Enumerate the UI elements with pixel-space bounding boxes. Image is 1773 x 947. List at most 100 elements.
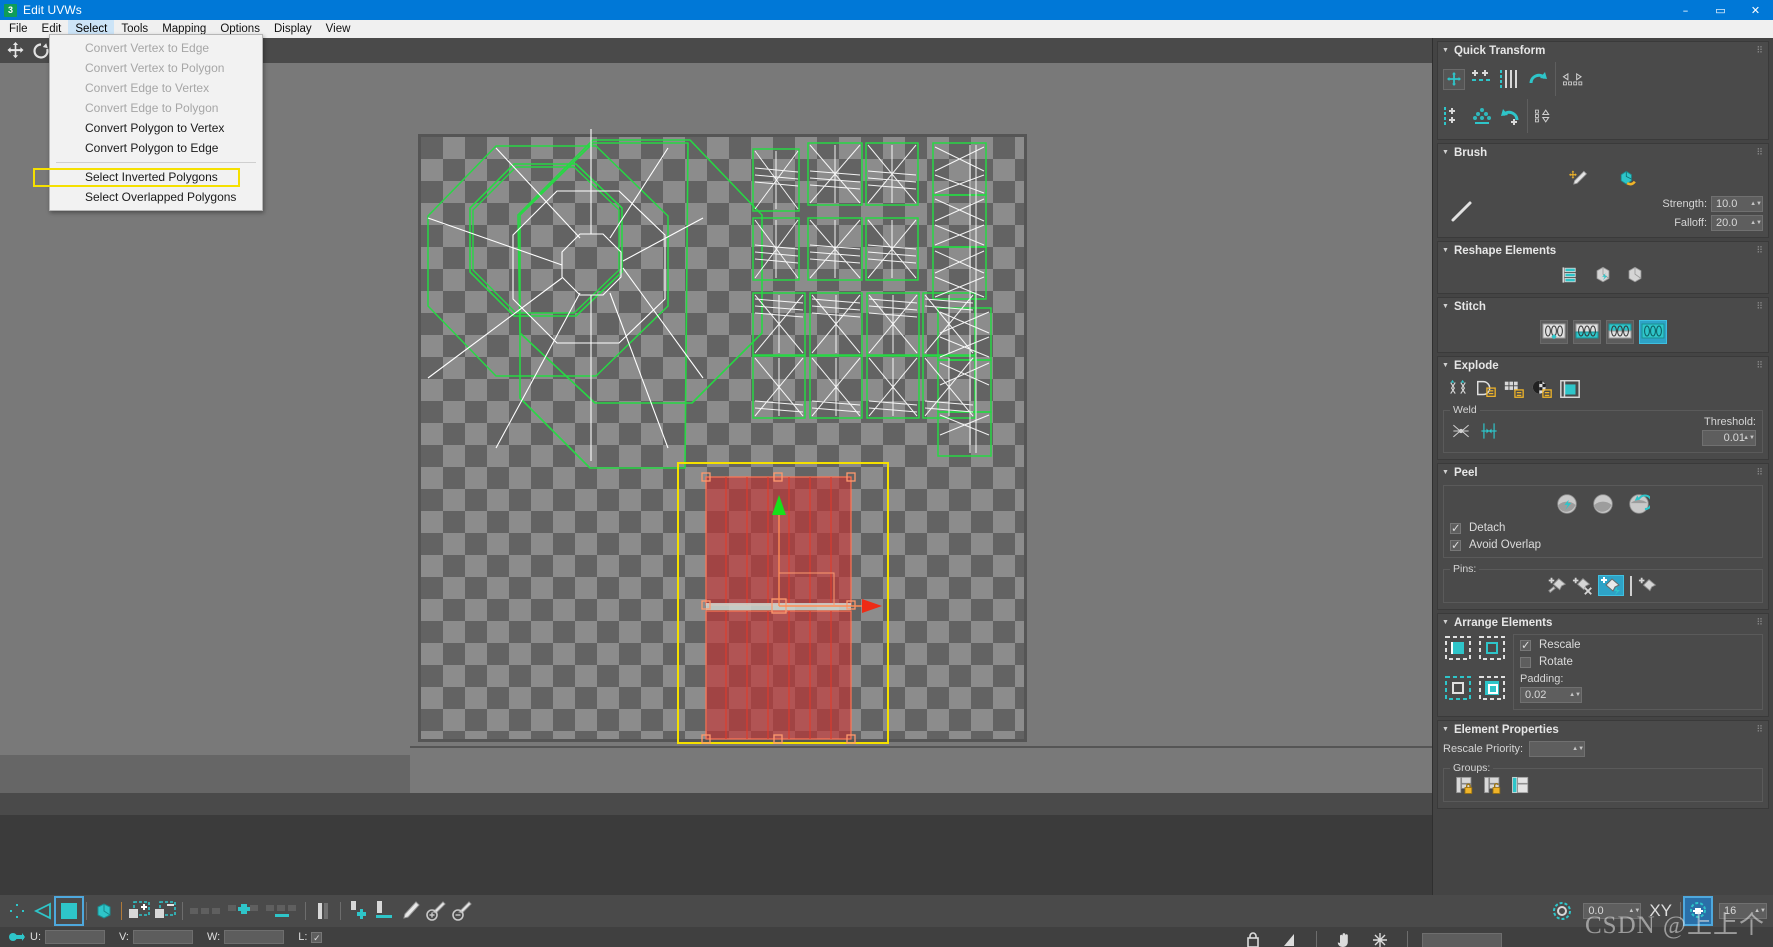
spinner-arrows-icon[interactable]: ▲▼ [1569, 692, 1581, 698]
rollout-header-element-properties[interactable]: ▼ Element Properties ⠿ [1438, 721, 1768, 738]
align-vertical-icon[interactable] [310, 898, 336, 924]
qt-align-vertical-button[interactable] [1499, 69, 1521, 90]
menu-item-convert-polygon-to-vertex[interactable]: Convert Polygon to Vertex [50, 118, 262, 138]
v-field[interactable] [133, 930, 193, 944]
menu-item-convert-polygon-to-edge[interactable]: Convert Polygon to Edge [50, 138, 262, 158]
pan-hand-icon[interactable] [1331, 927, 1357, 947]
qt-rotate-cw-button[interactable] [1499, 106, 1521, 127]
grid-snap-icon[interactable] [1683, 896, 1713, 926]
close-button[interactable]: ✕ [1738, 0, 1773, 20]
remove-pin-button[interactable] [1572, 575, 1594, 596]
rollout-header-reshape-elements[interactable]: ▼ Reshape Elements ⠿ [1438, 242, 1768, 259]
explode-to-elements-button[interactable] [1559, 378, 1581, 399]
detach-checkbox[interactable]: ✓ [1450, 522, 1461, 534]
peel-mode-button[interactable] [1592, 493, 1614, 514]
break-by-smoothing-button[interactable] [1531, 378, 1553, 399]
triangle-icon[interactable] [1276, 927, 1302, 947]
menu-item-select-inverted-polygons[interactable]: Select Inverted Polygons [50, 167, 262, 187]
spinner-arrows-icon[interactable]: ▲▼ [1750, 201, 1762, 207]
menu-file[interactable]: File [2, 20, 35, 38]
qt-pack-button[interactable] [1471, 106, 1493, 127]
lock-icon[interactable] [1240, 927, 1266, 947]
loop-uv-icon[interactable] [187, 898, 225, 924]
avoid-overlap-checkbox[interactable]: ✓ [1450, 539, 1461, 551]
minimize-button[interactable]: – [1668, 0, 1703, 20]
add-pin-button[interactable] [1546, 575, 1568, 596]
rescale-priority-spinner[interactable]: ▲▼ [1529, 741, 1586, 757]
paint-select-grow-icon[interactable] [423, 898, 449, 924]
qt-break-button[interactable] [1471, 69, 1493, 90]
break-selection-button[interactable] [1447, 378, 1469, 399]
snap-icon[interactable] [1367, 927, 1393, 947]
pack-custom-button[interactable] [1477, 634, 1507, 662]
qt-mirror-v-button[interactable] [1534, 106, 1556, 127]
stitch-to-target-button[interactable] [1605, 320, 1634, 344]
vertex-subobject-icon[interactable] [4, 898, 30, 924]
stitch-custom-button[interactable] [1539, 320, 1568, 344]
paint-select-shrink-icon[interactable] [449, 898, 475, 924]
threshold-spinner[interactable]: 0.01 ▲▼ [1702, 430, 1756, 446]
select-menu-dropdown[interactable]: Convert Vertex to Edge Convert Vertex to… [33, 34, 263, 211]
rescale-checkbox-row[interactable]: ✓ Rescale [1520, 639, 1756, 651]
clear-pins-button[interactable] [1638, 575, 1660, 596]
lock-selection-icon[interactable] [4, 924, 30, 947]
grow-selection-icon[interactable] [126, 898, 152, 924]
auto-pin-button[interactable] [1598, 575, 1624, 596]
rollout-header-peel[interactable]: ▼ Peel ⠿ [1438, 464, 1768, 481]
qt-move-center-button[interactable] [1443, 68, 1465, 90]
break-by-material-button[interactable] [1503, 378, 1525, 399]
straighten-selection-button[interactable] [1560, 264, 1582, 285]
rollout-header-stitch[interactable]: ▼ Stitch ⠿ [1438, 298, 1768, 315]
rollout-header-brush[interactable]: ▼ Brush ⠿ [1438, 144, 1768, 161]
strength-spinner[interactable]: 10.0 ▲▼ [1711, 196, 1763, 212]
spinner-arrows-icon[interactable]: ▲▼ [1628, 908, 1640, 914]
falloff-spinner[interactable]: 20.0 ▲▼ [1711, 215, 1763, 231]
rotate-angle-icon[interactable] [1549, 898, 1575, 924]
rollout-header-explode[interactable]: ▼ Explode ⠿ [1438, 357, 1768, 374]
reset-peel-button[interactable] [1628, 493, 1650, 514]
rollout-header-arrange-elements[interactable]: ▼ Arrange Elements ⠿ [1438, 614, 1768, 631]
menu-item-select-overlapped-polygons[interactable]: Select Overlapped Polygons [50, 187, 262, 207]
break-by-angle-button[interactable] [1475, 378, 1497, 399]
align-to-edge-icon[interactable] [345, 898, 371, 924]
relax-brush-button[interactable] [1617, 168, 1639, 189]
menu-display[interactable]: Display [267, 20, 319, 38]
pack-normalize-button[interactable] [1443, 634, 1473, 662]
group-select-button[interactable] [1510, 774, 1532, 795]
stitch-selected-button[interactable] [1572, 320, 1601, 344]
element-subobject-icon[interactable] [91, 898, 117, 924]
paint-select-icon[interactable] [397, 898, 423, 924]
u-field[interactable] [45, 930, 105, 944]
shrink-selection-icon[interactable] [152, 898, 178, 924]
rotate-checkbox-row[interactable]: Rotate [1520, 656, 1756, 668]
spinner-arrows-icon[interactable]: ▲▼ [1754, 908, 1766, 914]
weld-selected-button[interactable] [1450, 421, 1472, 442]
lock-checkbox[interactable]: ✓ [311, 931, 323, 943]
qt-stack-button[interactable] [1443, 106, 1465, 127]
padding-spinner[interactable]: 0.02 ▲▼ [1520, 687, 1582, 703]
grid-spinner[interactable]: 16 ▲▼ [1719, 903, 1767, 919]
align-horizontal-icon[interactable] [371, 898, 397, 924]
detach-checkbox-row[interactable]: ✓ Detach [1450, 522, 1756, 534]
edge-subobject-icon[interactable] [30, 898, 56, 924]
spinner-arrows-icon[interactable]: ▲▼ [1750, 220, 1762, 226]
qt-rotate-ccw-button[interactable] [1527, 69, 1549, 90]
spinner-arrows-icon[interactable]: ▲▼ [1743, 435, 1755, 441]
stitch-source-button[interactable] [1638, 320, 1667, 344]
angle-spinner[interactable]: 0.0 ▲▼ [1583, 903, 1642, 919]
group-lock-button[interactable] [1454, 774, 1476, 795]
menu-view[interactable]: View [319, 20, 358, 38]
ring-uv-icon[interactable] [263, 898, 301, 924]
qt-mirror-h-button[interactable] [1562, 69, 1584, 90]
rescale-checkbox[interactable]: ✓ [1520, 639, 1531, 651]
uv-canvas[interactable] [410, 63, 1432, 793]
pack-tight-button[interactable] [1477, 674, 1507, 702]
weld-all-button[interactable] [1478, 421, 1500, 442]
zoom-field[interactable] [1422, 932, 1502, 947]
relax-until-flat-button[interactable] [1592, 264, 1614, 285]
pack-linear-button[interactable] [1443, 674, 1473, 702]
group-unlock-button[interactable] [1482, 774, 1504, 795]
maximize-button[interactable]: ▭ [1703, 0, 1738, 20]
w-field[interactable] [224, 930, 285, 944]
quick-peel-button[interactable] [1556, 493, 1578, 514]
